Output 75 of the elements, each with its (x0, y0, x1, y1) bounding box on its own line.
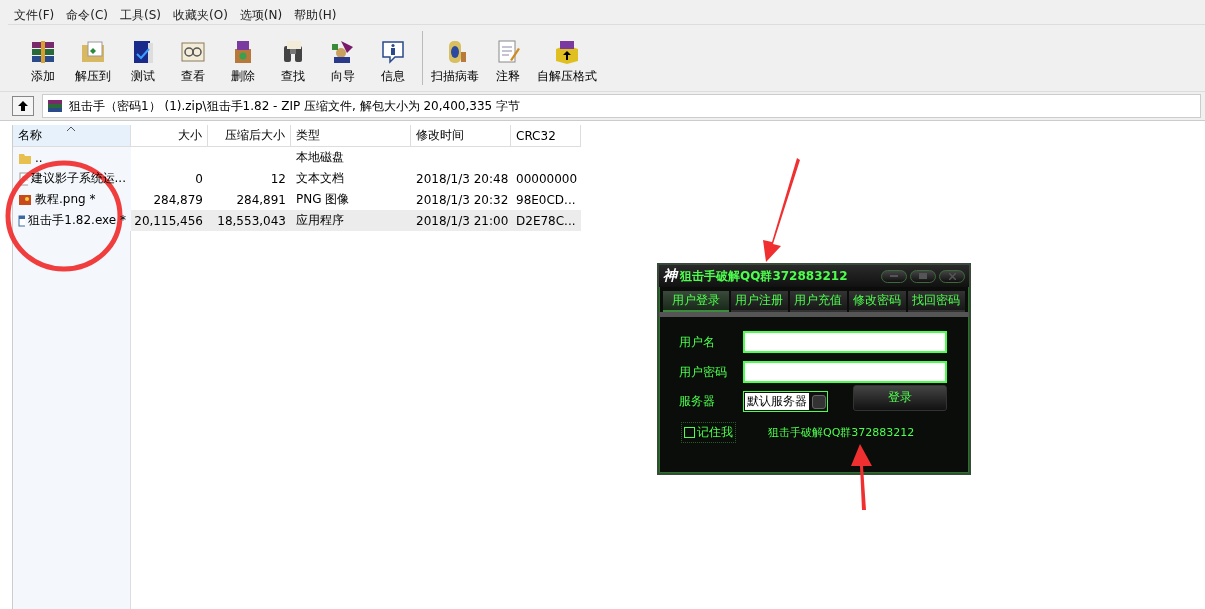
column-header[interactable]: 类型 (291, 125, 411, 147)
password-label: 用户密码 (679, 363, 728, 381)
minimize-icon (890, 274, 898, 278)
menu-item[interactable]: 文件(F) (8, 6, 61, 24)
file-name[interactable]: 教程.png * (13, 189, 131, 210)
group-notice: 狙击手破解QQ群372883212 (768, 425, 915, 440)
menu-item[interactable]: 工具(S) (114, 6, 167, 24)
dropdown-button[interactable] (812, 394, 826, 409)
archive-path: 狙击手（密码1） (1).zip\狙击手1.82 - ZIP 压缩文件, 解包大小为 20,400,335 字节 (69, 97, 520, 115)
dialog-tab[interactable]: 找回密码 (907, 291, 966, 312)
dialog-tab[interactable]: 用户注册 (730, 291, 788, 312)
arrow-annotation (851, 444, 872, 510)
close-icon (948, 272, 956, 280)
login-button[interactable]: 登录 (853, 384, 947, 411)
table-cell-text: 2018/1/3 20:48 (415, 170, 510, 188)
column-header[interactable]: 压缩后大小 (208, 125, 291, 147)
toolbar-button[interactable]: 添加 (18, 36, 68, 91)
menu-item[interactable]: 帮助(H) (288, 6, 343, 24)
remember-checkbox[interactable]: 记住我 (681, 422, 736, 443)
table-cell-text: 00000000 (515, 170, 579, 188)
table-cell: D2E78C... (511, 210, 581, 231)
toolbar-button[interactable]: 删除 (218, 36, 268, 91)
menu-item[interactable]: 选项(N) (233, 6, 289, 24)
stacked-books-icon (29, 38, 57, 66)
table-cell-text: 284,891 (235, 191, 287, 209)
dialog-tab[interactable]: 修改密码 (848, 291, 906, 312)
username-label: 用户名 (679, 333, 716, 351)
table-cell: 应用程序 (291, 210, 411, 231)
table-cell: 20,115,456 (131, 210, 208, 231)
server-dropdown[interactable]: 默认服务器 (743, 391, 828, 412)
password-field[interactable] (743, 361, 947, 383)
toolbar-button[interactable]: 扫描病毒 (427, 36, 483, 91)
box-icon (553, 38, 581, 66)
column-header[interactable]: 修改时间 (411, 125, 511, 147)
table-cell-text: 98E0CD... (515, 191, 577, 209)
toolbar-button[interactable]: 查找 (268, 36, 318, 91)
toolbar-button[interactable]: 注释 (483, 36, 533, 91)
table-cell-text: 2018/1/3 20:32 (415, 191, 510, 209)
toolbar-button[interactable]: 查看 (168, 36, 218, 91)
table-cell: 2018/1/3 21:00 (411, 210, 511, 231)
toolbar-button[interactable]: 自解压格式 (533, 36, 601, 91)
menu-item[interactable]: 命令(C) (60, 6, 114, 24)
text-file-icon (18, 171, 28, 186)
table-cell-text: 本地磁盘 (295, 149, 345, 166)
maximize-icon (919, 273, 927, 279)
server-label: 服务器 (679, 393, 716, 410)
table-cell-text: PNG 图像 (295, 191, 351, 208)
table-cell-text: 文本文档 (295, 170, 345, 187)
table-cell-text: 0 (194, 170, 204, 188)
up-folder-button[interactable] (12, 96, 34, 116)
info-icon (379, 38, 407, 66)
close-button[interactable] (939, 269, 965, 283)
toolbar-button[interactable]: 解压到 (68, 36, 118, 91)
table-cell: 18,553,043 (208, 210, 291, 231)
table-cell-text: 284,879 (152, 191, 204, 209)
toolbar-button[interactable]: 测试 (118, 36, 168, 91)
program-file-icon (18, 213, 26, 228)
menu-item[interactable]: 收藏夹(O) (167, 6, 234, 24)
dialog-tab[interactable]: 用户登录 (663, 291, 729, 312)
username-field[interactable] (743, 331, 947, 353)
table-cell-text: 12 (269, 170, 287, 188)
column-header[interactable]: 名称 (13, 125, 131, 147)
stacked-books-icon (47, 98, 63, 114)
minimize-button[interactable] (881, 269, 907, 283)
toolbar-button[interactable]: 向导 (318, 36, 368, 91)
dialog-logo: 神 (663, 267, 677, 285)
up-arrow-icon (17, 100, 29, 112)
column-header[interactable]: CRC32 (511, 125, 581, 147)
toolbar-button[interactable]: 信息 (368, 36, 418, 91)
address-field[interactable]: 狙击手（密码1） (1).zip\狙击手1.82 - ZIP 压缩文件, 解包大小为 20,400,335 字节 (42, 94, 1201, 118)
image-file-icon (18, 192, 32, 207)
dialog-tab[interactable]: 用户充值 (789, 291, 847, 312)
dialog-title: 狙击手破解QQ群372883212 (680, 267, 849, 285)
maximize-button[interactable] (910, 269, 936, 283)
column-header[interactable]: 大小 (131, 125, 208, 147)
